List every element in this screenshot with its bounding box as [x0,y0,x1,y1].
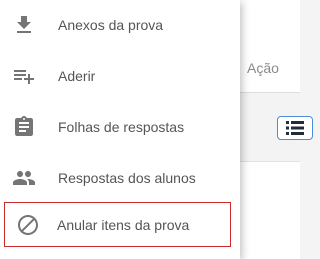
download-icon [17,16,31,33]
playlist-add-icon [14,70,34,84]
table-row [232,93,313,162]
action-column-header: Ação [247,60,279,76]
results-table: Ação [232,0,313,259]
menu-item-label: Folhas de respostas [58,119,185,135]
menu-item-label: Anexos da prova [58,17,164,33]
menu-item-label: Anular itens da prova [57,216,190,233]
menu-item-aderir[interactable]: Aderir [0,51,240,101]
block-icon [17,215,38,235]
menu-item-label: Aderir [58,68,96,84]
table-header: Ação [232,0,300,93]
actions-dropdown-menu: Anexos da prova Aderir Folhas de respost… [0,0,240,259]
menu-item-label: Respostas dos alunos [58,170,196,186]
list-icon [286,121,304,135]
people-icon [13,171,35,185]
menu-item-respostas-dos-alunos[interactable]: Respostas dos alunos [0,153,240,203]
menu-item-anular-itens-da-prova[interactable]: Anular itens da prova [4,202,231,247]
menu-item-anexos-da-prova[interactable]: Anexos da prova [0,0,240,50]
menu-item-folhas-de-respostas[interactable]: Folhas de respostas [0,102,240,152]
clipboard-icon [15,116,33,136]
row-actions-button[interactable] [277,116,313,140]
